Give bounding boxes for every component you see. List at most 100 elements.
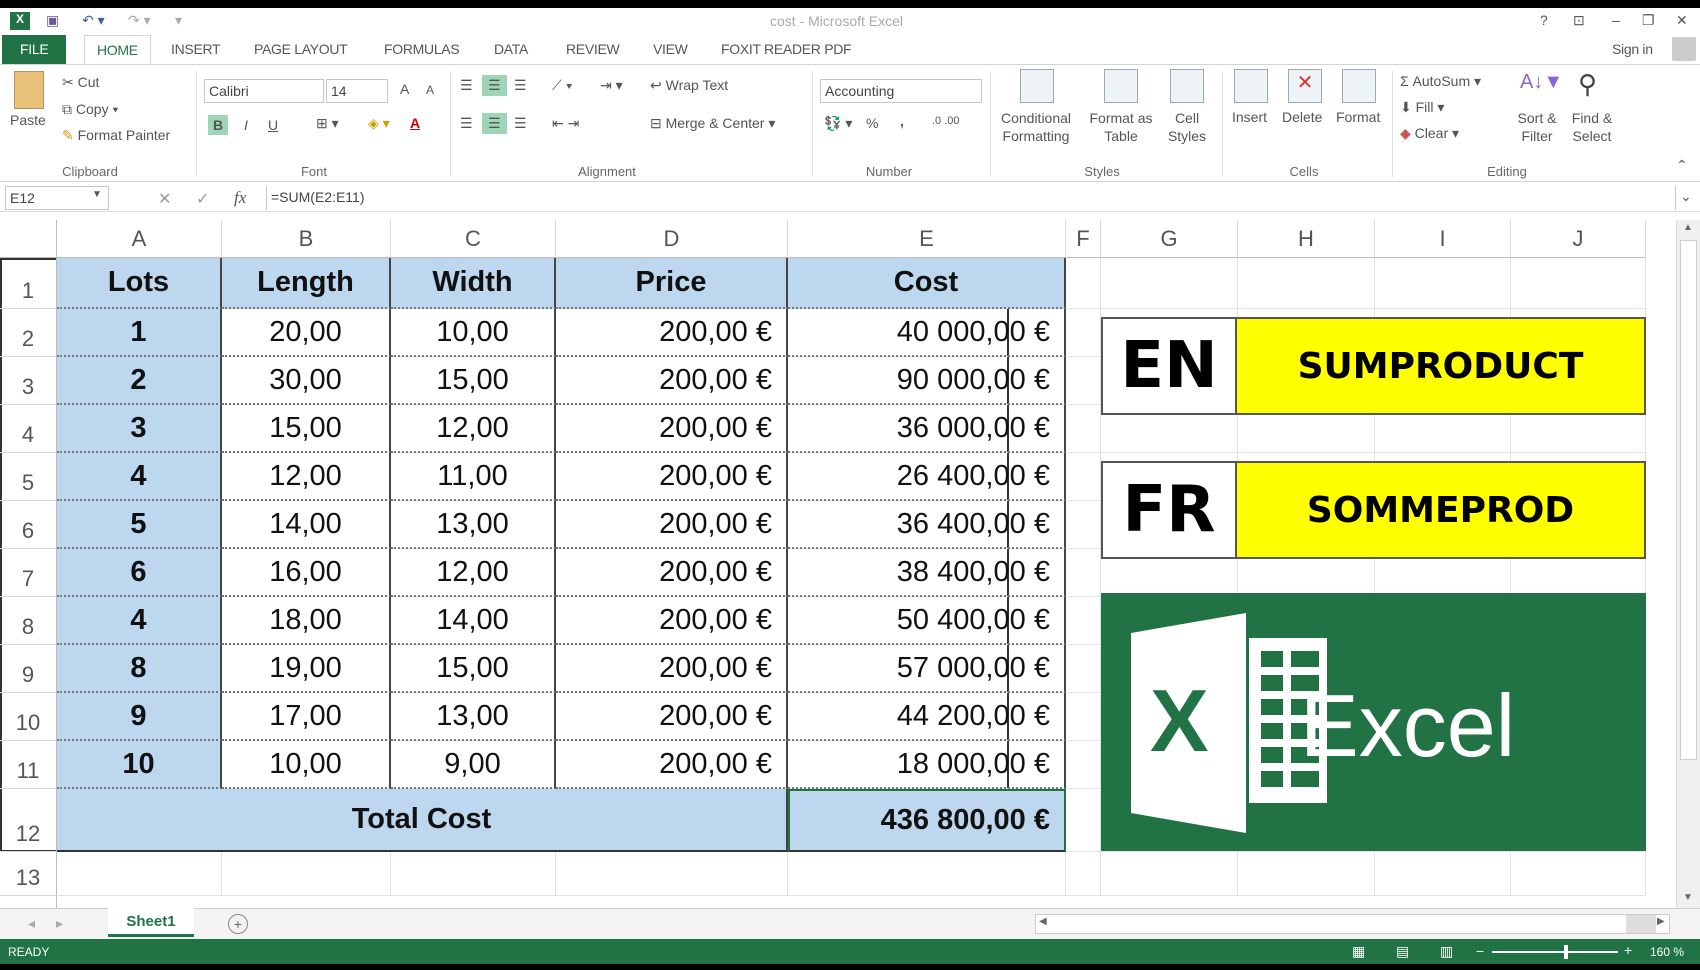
row-header-9[interactable]: 9 <box>0 645 57 693</box>
borders-icon[interactable]: ⊞ ▾ <box>316 115 339 132</box>
normal-view-icon[interactable]: ▦ <box>1352 943 1365 960</box>
customize-toolbar-icon[interactable]: ▾ <box>175 12 182 29</box>
scroll-up-icon[interactable]: ▲ <box>1683 222 1693 233</box>
column-header-c[interactable]: C <box>391 220 556 258</box>
grid-cell[interactable] <box>1511 852 1646 896</box>
new-sheet-button[interactable]: + <box>228 914 248 934</box>
table-cell-length[interactable]: 16,00 <box>222 549 391 597</box>
grid-cell[interactable] <box>1101 852 1238 896</box>
ribbon-display-icon[interactable]: ⊡ <box>1573 12 1585 29</box>
indent-icon[interactable]: ⇥ ▾ <box>600 77 623 94</box>
table-cell-cost[interactable]: 57 000,00 € <box>788 645 1066 693</box>
cell-styles-button[interactable]: Cell Styles <box>1160 109 1214 145</box>
header-cell-length[interactable]: Length <box>222 258 391 309</box>
next-sheet-icon[interactable]: ▸ <box>56 915 63 932</box>
minimize-button[interactable]: – <box>1612 12 1620 28</box>
scrollbar-thumb[interactable] <box>1626 915 1656 933</box>
table-cell-lots[interactable]: 5 <box>57 501 222 549</box>
row-header-14[interactable]: 14 <box>0 896 57 908</box>
table-cell-width[interactable]: 13,00 <box>391 501 556 549</box>
table-cell-cost[interactable]: 18 000,00 € <box>788 741 1066 789</box>
format-as-table-icon[interactable] <box>1104 69 1138 103</box>
table-cell-cost[interactable]: 50 400,00 € <box>788 597 1066 645</box>
table-cell-length[interactable]: 30,00 <box>222 357 391 405</box>
table-cell-lots[interactable]: 6 <box>57 549 222 597</box>
grid-cell[interactable] <box>1238 258 1375 309</box>
tab-insert[interactable]: INSERT <box>171 41 221 57</box>
table-cell-cost[interactable]: 36 000,00 € <box>788 405 1066 453</box>
table-cell-lots[interactable]: 9 <box>57 693 222 741</box>
row-header-11[interactable]: 11 <box>0 741 57 789</box>
save-icon[interactable]: ▣ <box>46 12 59 29</box>
comma-button[interactable]: , <box>900 113 904 129</box>
autosum-button[interactable]: Σ AutoSum ▾ <box>1400 73 1481 90</box>
table-cell-lots[interactable]: 10 <box>57 741 222 789</box>
shrink-font-button[interactable]: A <box>426 83 434 97</box>
header-cell-width[interactable]: Width <box>391 258 556 309</box>
tab-view[interactable]: VIEW <box>653 41 688 57</box>
header-cell-lots[interactable]: Lots <box>57 258 222 309</box>
table-cell-price[interactable]: 200,00 € <box>556 453 788 501</box>
table-cell-width[interactable]: 14,00 <box>391 597 556 645</box>
decrease-indent-icon[interactable]: ⇤ ⇥ <box>552 115 579 132</box>
table-cell-length[interactable]: 20,00 <box>222 309 391 357</box>
select-all-button[interactable] <box>0 220 57 258</box>
total-cost-value[interactable]: 436 800,00 € <box>788 789 1066 852</box>
bold-button[interactable]: B <box>208 115 229 135</box>
collapse-ribbon-icon[interactable]: ⌃ <box>1676 157 1688 174</box>
tab-foxit-reader-pdf[interactable]: FOXIT READER PDF <box>721 41 852 57</box>
table-cell-price[interactable]: 200,00 € <box>556 549 788 597</box>
column-header-i[interactable]: I <box>1375 220 1511 258</box>
grid-cell[interactable] <box>1066 645 1101 693</box>
column-header-j[interactable]: J <box>1511 220 1646 258</box>
restore-button[interactable]: ❐ <box>1642 12 1655 29</box>
bottom-align-icon[interactable]: ☰ <box>514 77 527 94</box>
row-header-2[interactable]: 2 <box>0 309 57 357</box>
column-header-d[interactable]: D <box>556 220 788 258</box>
table-cell-lots[interactable]: 8 <box>57 645 222 693</box>
sign-in-link[interactable]: Sign in <box>1612 41 1653 57</box>
help-icon[interactable]: ? <box>1540 12 1548 28</box>
row-header-1[interactable]: 1 <box>0 258 57 309</box>
table-cell-width[interactable]: 10,00 <box>391 309 556 357</box>
format-as-table-button[interactable]: Format as Table <box>1086 109 1156 145</box>
tab-data[interactable]: DATA <box>494 41 528 57</box>
grid-cell[interactable] <box>1238 852 1375 896</box>
format-button[interactable]: Format <box>1336 109 1380 125</box>
underline-button[interactable]: U <box>268 117 278 133</box>
format-cells-icon[interactable] <box>1342 69 1376 103</box>
grid-cell[interactable] <box>1066 852 1101 896</box>
merge-center-button[interactable]: ⊟ Merge & Center ▾ <box>650 115 775 132</box>
conditional-formatting-button[interactable]: Conditional Formatting <box>996 109 1076 145</box>
table-cell-lots[interactable]: 2 <box>57 357 222 405</box>
percent-button[interactable]: % <box>866 115 878 131</box>
table-cell-length[interactable]: 15,00 <box>222 405 391 453</box>
scroll-down-icon[interactable]: ▼ <box>1683 892 1693 903</box>
table-cell-width[interactable]: 12,00 <box>391 549 556 597</box>
vertical-scrollbar[interactable]: ▲ ▼ <box>1676 220 1700 908</box>
expand-formula-bar-icon[interactable]: ⌄ <box>1680 188 1692 205</box>
fill-color-icon[interactable]: ◈ ▾ <box>368 115 390 132</box>
table-cell-price[interactable]: 200,00 € <box>556 693 788 741</box>
row-header-7[interactable]: 7 <box>0 549 57 597</box>
binoculars-icon[interactable]: ⚲ <box>1578 69 1597 100</box>
row-header-5[interactable]: 5 <box>0 453 57 501</box>
prev-sheet-icon[interactable]: ◂ <box>28 915 35 932</box>
close-button[interactable]: ✕ <box>1676 12 1688 29</box>
table-cell-price[interactable]: 200,00 € <box>556 597 788 645</box>
enter-icon[interactable]: ✓ <box>196 189 209 209</box>
sort-filter-button[interactable]: Sort & Filter <box>1512 109 1562 145</box>
font-size-select[interactable]: 14 <box>326 79 388 103</box>
grid-cell[interactable] <box>1101 258 1238 309</box>
table-cell-width[interactable]: 9,00 <box>391 741 556 789</box>
orientation-icon[interactable]: ⟋ ▾ <box>552 77 573 94</box>
format-painter-button[interactable]: ✎ Format Painter <box>62 127 170 144</box>
grid-cell[interactable] <box>1066 549 1101 597</box>
sort-filter-icon[interactable]: A↓▼ <box>1520 71 1563 94</box>
grid-cell[interactable] <box>1066 501 1101 549</box>
table-cell-lots[interactable]: 1 <box>57 309 222 357</box>
header-cell-price[interactable]: Price <box>556 258 788 309</box>
font-color-button[interactable]: A <box>410 115 420 131</box>
grid-cell[interactable] <box>57 852 222 896</box>
column-header-b[interactable]: B <box>222 220 391 258</box>
